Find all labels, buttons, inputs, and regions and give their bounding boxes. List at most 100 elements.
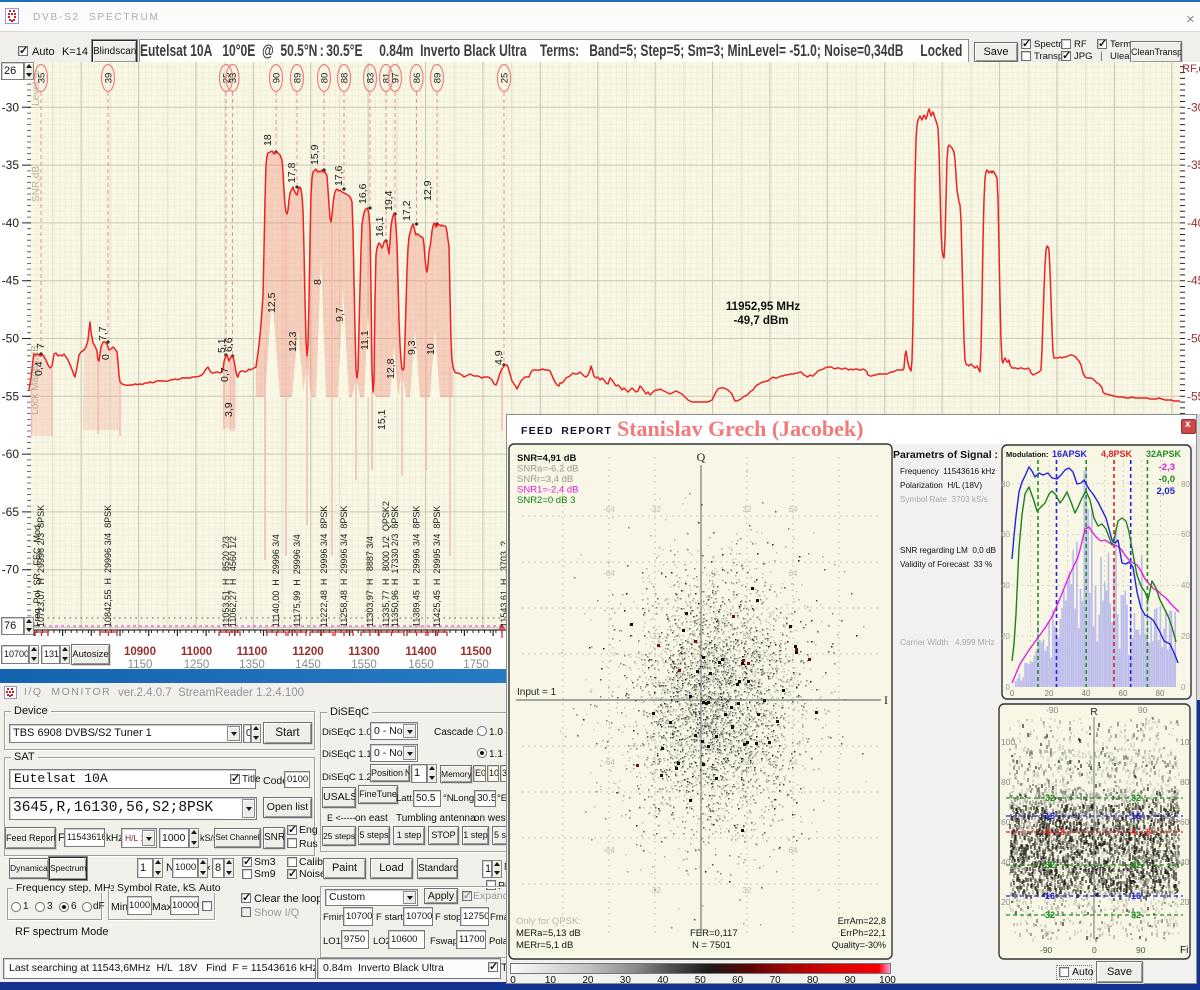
svg-text:40: 40: [1180, 857, 1190, 867]
svg-text:-65: -65: [2, 505, 20, 519]
svg-text:11175,99 H 29996 3/4: 11175,99 H 29996 3/4: [292, 534, 302, 627]
svg-text:40: 40: [1181, 581, 1190, 590]
svg-text:12,8: 12,8: [385, 358, 397, 379]
svg-text:4 – 8: 4 – 8: [1131, 827, 1151, 837]
svg-text:97: 97: [391, 73, 402, 84]
svg-text:32: 32: [743, 886, 752, 895]
svg-text:32: 32: [1131, 860, 1141, 870]
svg-text:11500: 11500: [460, 646, 491, 658]
svg-text:89: 89: [293, 73, 304, 84]
svg-text:16,1: 16,1: [374, 216, 386, 237]
svg-text:16: 16: [1131, 811, 1141, 821]
svg-text:4,9: 4,9: [493, 350, 505, 365]
svg-text:11000: 11000: [181, 646, 212, 658]
svg-text:64: 64: [789, 758, 798, 767]
svg-text:80: 80: [1156, 689, 1165, 698]
svg-text:Only for QPSK:: Only for QPSK:: [516, 916, 581, 927]
svg-text:88: 88: [340, 73, 351, 84]
svg-text:7,7: 7,7: [97, 326, 109, 341]
svg-text:11062,27 H 4560 1/2: 11062,27 H 4560 1/2: [228, 536, 238, 627]
svg-text:11300: 11300: [348, 646, 379, 658]
svg-text:20: 20: [1001, 632, 1010, 641]
svg-text:-55: -55: [2, 389, 20, 403]
svg-text:60: 60: [1180, 817, 1190, 827]
svg-text:7: 7: [35, 343, 47, 349]
svg-text:90: 90: [1138, 705, 1148, 715]
svg-text:9,3: 9,3: [406, 340, 418, 355]
svg-text:6,6: 6,6: [223, 337, 235, 352]
svg-text:12,5: 12,5: [266, 292, 278, 313]
svg-text:86: 86: [412, 73, 423, 84]
svg-text:8: 8: [312, 279, 324, 285]
svg-text:SNRa=-6,2 dB: SNRa=-6,2 dB: [517, 464, 579, 475]
svg-text:-40: -40: [2, 216, 20, 230]
svg-text:90: 90: [272, 73, 283, 84]
svg-text:0: 0: [1181, 683, 1186, 692]
svg-text:-70: -70: [2, 563, 20, 577]
svg-text:-64: -64: [603, 846, 615, 855]
svg-text:64: 64: [789, 505, 798, 514]
svg-text:40: 40: [1001, 581, 1010, 590]
svg-text:40: 40: [1001, 857, 1011, 867]
svg-text:9,7: 9,7: [334, 307, 346, 322]
svg-text:10: 10: [425, 343, 437, 355]
svg-text:12,3: 12,3: [287, 331, 299, 352]
svg-text:SNR1=-2,4 dB: SNR1=-2,4 dB: [517, 485, 579, 496]
svg-text:R: R: [1090, 707, 1097, 718]
svg-text:60: 60: [1001, 530, 1010, 539]
svg-text:Input = 1: Input = 1: [517, 687, 557, 698]
svg-text:100: 100: [1001, 737, 1015, 747]
svg-text:-64: -64: [603, 758, 615, 767]
svg-text:10900: 10900: [124, 646, 156, 658]
svg-text:20: 20: [1181, 632, 1190, 641]
svg-text:11952,95 MHz: 11952,95 MHz: [726, 301, 800, 313]
svg-text:20: 20: [1045, 689, 1054, 698]
svg-text:32: 32: [1131, 793, 1141, 803]
svg-text:32: 32: [1045, 860, 1055, 870]
svg-text:64: 64: [789, 569, 798, 578]
svg-text:25: 25: [500, 73, 511, 84]
svg-text:-35: -35: [2, 158, 20, 172]
svg-text:-45: -45: [1187, 274, 1200, 288]
svg-text:11222,48 H 29996 3/4 8PSK: 11222,48 H 29996 3/4 8PSK: [319, 506, 329, 627]
svg-text:I: I: [884, 693, 888, 707]
svg-text:80: 80: [1001, 777, 1011, 787]
svg-text:-60: -60: [2, 447, 20, 461]
svg-text:11303,97 H 8887 3/4: 11303,97 H 8887 3/4: [365, 536, 375, 627]
svg-text:SNRr=3,4 dB: SNRr=3,4 dB: [517, 474, 573, 485]
svg-text:Modulation:: Modulation:: [1006, 450, 1049, 459]
svg-text:0,4: 0,4: [33, 361, 45, 376]
svg-text:90: 90: [1136, 945, 1146, 955]
svg-text:11389,45 H 29996 3/4 8PSK: 11389,45 H 29996 3/4 8PSK: [412, 506, 422, 627]
svg-text:-35: -35: [1187, 158, 1200, 172]
svg-text:-2,3: -2,3: [1159, 462, 1175, 473]
svg-text:-40: -40: [1187, 216, 1200, 230]
svg-text:60: 60: [1001, 817, 1011, 827]
svg-text:89: 89: [433, 73, 444, 84]
svg-text:11,1: 11,1: [359, 330, 371, 350]
svg-text:39: 39: [104, 73, 115, 84]
svg-text:15,1: 15,1: [376, 409, 388, 430]
svg-text:ErrAm=22,8: ErrAm=22,8: [838, 916, 886, 926]
svg-text:-49,7 dBm: -49,7 dBm: [734, 315, 789, 327]
svg-text:12,9: 12,9: [422, 180, 434, 201]
svg-text:SNR=4,91 dB: SNR=4,91 dB: [517, 453, 577, 464]
svg-text:35: 35: [37, 73, 48, 84]
svg-text:-45: -45: [2, 274, 20, 288]
svg-text:64: 64: [789, 846, 798, 855]
svg-text:17,6: 17,6: [333, 165, 345, 186]
svg-text:16APSK: 16APSK: [1052, 449, 1088, 459]
svg-text:MERa=5,13 dB: MERa=5,13 dB: [516, 928, 581, 939]
svg-text:80: 80: [1181, 480, 1190, 489]
svg-text:-90: -90: [1040, 945, 1053, 955]
svg-text:10842,55 H 29996 3/4 8PSK: 10842,55 H 29996 3/4 8PSK: [103, 505, 113, 627]
svg-text:-30: -30: [2, 100, 20, 114]
svg-text:40: 40: [1082, 689, 1091, 698]
svg-text:32: 32: [743, 505, 752, 514]
svg-text:20: 20: [1001, 897, 1011, 907]
svg-text:32: 32: [1045, 793, 1055, 803]
svg-text:80: 80: [1180, 777, 1190, 787]
svg-text:0,7: 0,7: [219, 367, 231, 382]
svg-text:-64: -64: [603, 505, 615, 514]
svg-text:N = 7501: N = 7501: [692, 940, 731, 951]
